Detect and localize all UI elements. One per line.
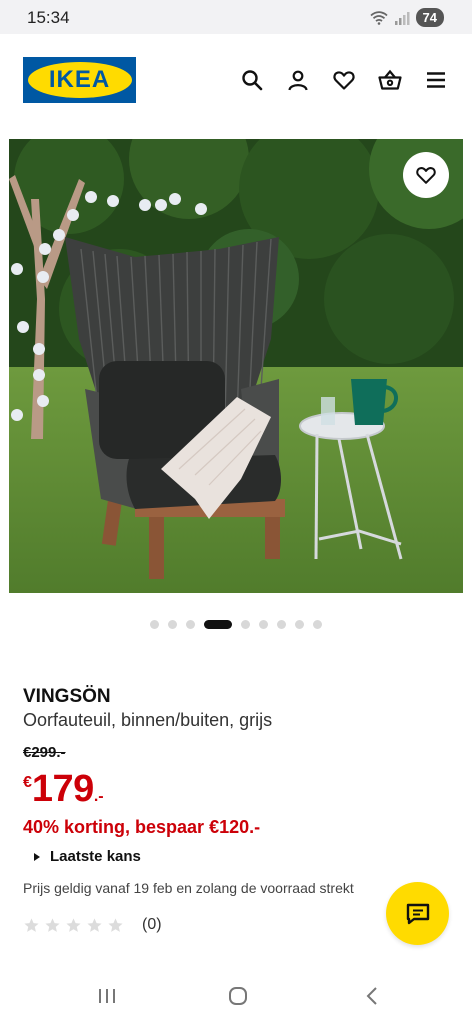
price-currency: € <box>23 774 32 791</box>
chat-icon <box>406 903 429 924</box>
account-icon[interactable] <box>286 68 310 92</box>
menu-icon[interactable] <box>424 68 448 92</box>
back-icon[interactable] <box>361 985 383 1007</box>
star-icon <box>45 917 60 932</box>
recent-apps-icon[interactable] <box>96 985 118 1007</box>
price-validity: Prijs geldig vanaf 19 feb en zolang de v… <box>23 880 354 896</box>
carousel-dot[interactable] <box>168 620 177 629</box>
status-time: 15:34 <box>27 8 70 27</box>
wifi-icon <box>369 10 388 25</box>
star-icon <box>66 917 81 932</box>
product-image[interactable] <box>9 139 463 593</box>
image-carousel-indicator <box>0 620 472 629</box>
status-indicators: 74 <box>369 8 444 27</box>
carousel-dot-active[interactable] <box>204 620 232 629</box>
last-chance-label: Laatste kans <box>50 848 141 865</box>
carousel-dot[interactable] <box>186 620 195 629</box>
product-photo <box>9 139 463 593</box>
star-icon <box>87 917 102 932</box>
carousel-dot[interactable] <box>295 620 304 629</box>
chat-button[interactable] <box>386 882 449 945</box>
ikea-logo[interactable]: IKEA <box>23 57 136 103</box>
carousel-dot[interactable] <box>313 620 322 629</box>
logo-oval: IKEA <box>27 62 132 98</box>
product-description: Oorfauteuil, binnen/buiten, grijs <box>23 710 273 730</box>
caret-right-icon <box>34 852 40 861</box>
carousel-dot[interactable] <box>259 620 268 629</box>
logo-text: IKEA <box>48 66 111 93</box>
current-price: € 179 .- <box>23 768 104 810</box>
search-icon[interactable] <box>240 68 264 92</box>
rating-stars <box>23 917 124 934</box>
site-header: IKEA <box>0 34 472 134</box>
old-price: €299.- <box>23 744 66 761</box>
status-bar: 15:34 74 <box>0 0 472 34</box>
last-chance-toggle[interactable]: Laatste kans <box>34 848 141 865</box>
star-icon <box>108 917 123 932</box>
home-icon[interactable] <box>227 985 249 1007</box>
carousel-dot[interactable] <box>150 620 159 629</box>
system-navigation-bar <box>0 970 472 1024</box>
rating-count: (0) <box>142 916 162 933</box>
product-rating[interactable]: (0) <box>23 916 162 934</box>
carousel-dot[interactable] <box>241 620 250 629</box>
discount-text: 40% korting, bespaar €120.- <box>23 817 261 837</box>
basket-icon[interactable] <box>378 68 402 92</box>
heart-outline-icon <box>416 167 436 184</box>
price-suffix: .- <box>93 788 104 805</box>
header-actions <box>240 68 448 92</box>
carousel-dot[interactable] <box>277 620 286 629</box>
price-amount: 179 <box>31 768 94 810</box>
product-name: VINGSÖN <box>23 686 111 707</box>
add-to-favorites-button[interactable] <box>403 152 449 198</box>
star-icon <box>24 917 39 932</box>
battery-indicator: 74 <box>415 8 444 27</box>
signal-icon <box>394 11 410 25</box>
wishlist-icon[interactable] <box>332 68 356 92</box>
